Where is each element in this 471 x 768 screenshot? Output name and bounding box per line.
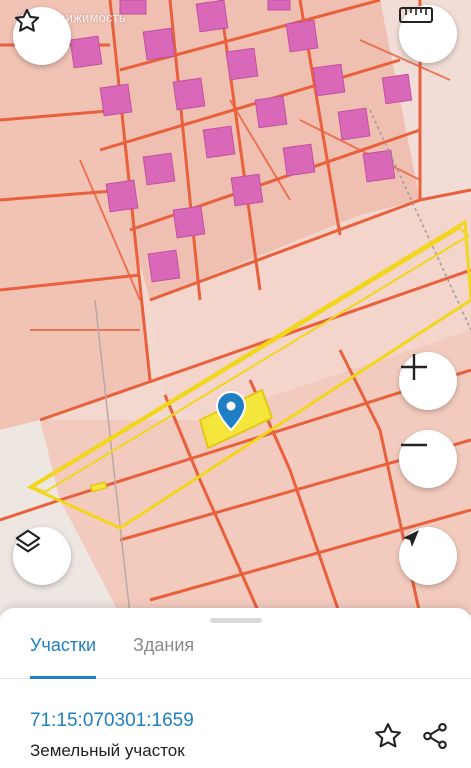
add-favorite-button[interactable] (371, 719, 405, 753)
favorite-button[interactable] (13, 7, 71, 65)
layers-button[interactable] (13, 527, 71, 585)
parcel-info-sheet[interactable]: Участки Здания 71:15:070301:1659 Земельн… (0, 608, 471, 768)
ruler-button[interactable] (399, 5, 457, 63)
tab-bar: Участки Здания (0, 626, 471, 679)
cadastral-number-link[interactable]: 71:15:070301:1659 (30, 710, 194, 732)
zoom-in-button[interactable] (399, 352, 457, 410)
ruler-icon (399, 7, 433, 23)
layers-icon (15, 529, 41, 553)
zoom-out-button[interactable] (399, 430, 457, 488)
share-icon (423, 722, 447, 750)
sheet-drag-handle[interactable] (210, 618, 262, 623)
cadastral-map[interactable]: Недвижимость (0, 0, 471, 615)
share-button[interactable] (418, 719, 452, 753)
zoom-out-icon (401, 443, 427, 447)
star-outline-icon (375, 723, 401, 748)
map-canvas[interactable] (0, 0, 471, 615)
zoom-in-icon (401, 354, 427, 380)
tab-buildings[interactable]: Здания (133, 632, 194, 672)
parcel-type-label: Земельный участок (30, 741, 185, 760)
my-location-button[interactable] (399, 527, 457, 585)
tab-parcels[interactable]: Участки (30, 632, 96, 679)
star-icon (14, 8, 40, 32)
location-arrow-icon (403, 530, 419, 547)
